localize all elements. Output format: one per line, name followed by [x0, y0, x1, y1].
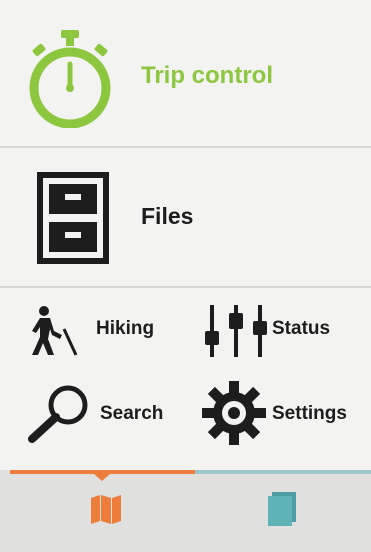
file-cabinet-icon — [37, 172, 109, 264]
document-icon — [268, 492, 296, 526]
magnifier-icon[interactable] — [26, 383, 96, 443]
hiker-icon[interactable] — [30, 305, 82, 357]
trip-control-label: Trip control — [141, 62, 273, 89]
search-label: Search — [100, 403, 164, 424]
settings-label: Settings — [272, 403, 347, 424]
stopwatch-icon — [29, 30, 111, 128]
map-icon — [91, 495, 121, 524]
sliders-icon[interactable] — [202, 303, 270, 359]
tab-map[interactable] — [10, 474, 195, 552]
tab-documents[interactable] — [195, 474, 371, 552]
hiking-label: Hiking — [96, 318, 155, 339]
status-label: Status — [272, 318, 331, 339]
files-label: Files — [141, 203, 194, 229]
gear-icon[interactable] — [202, 381, 266, 445]
